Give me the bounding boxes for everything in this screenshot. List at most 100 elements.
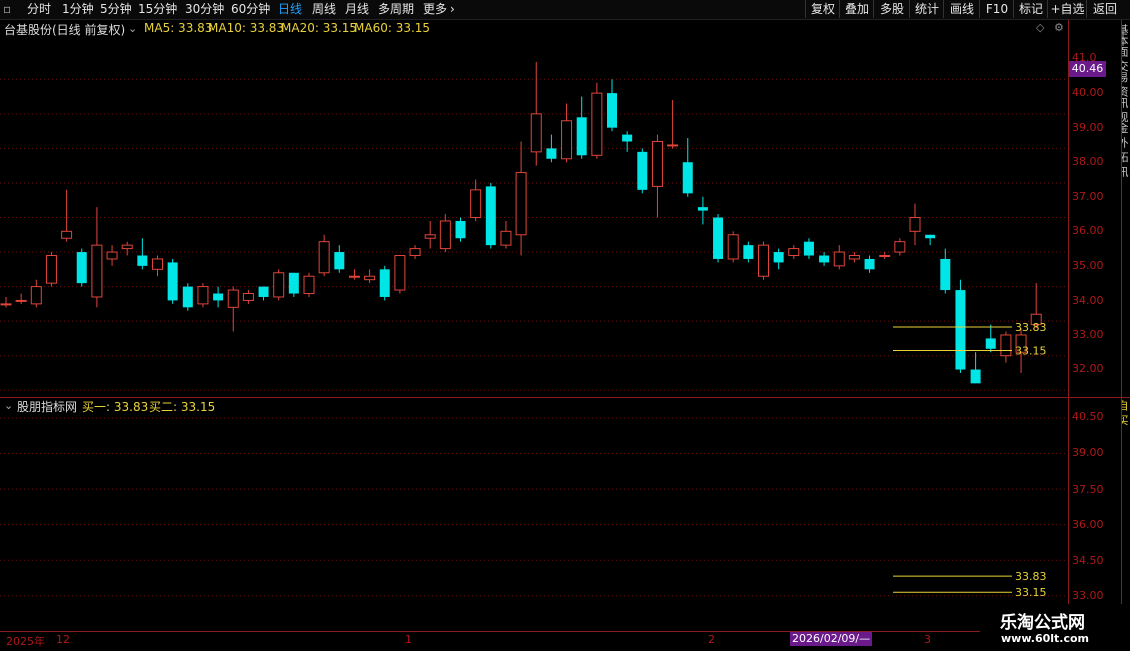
date-axis: 2025年 12 1 2 3 [0,631,1130,651]
price-axis-border [1068,20,1069,632]
tab-5min[interactable]: 5分钟 [100,1,132,18]
candle-body [288,272,299,294]
candle-body [743,245,754,259]
tab-1min[interactable]: 1分钟 [62,1,94,18]
candle-body [485,186,496,246]
period-toolbar: ▫ 分时 1分钟 5分钟 15分钟 30分钟 60分钟 日线 周线 月线 多周期… [0,0,1130,20]
date-label: 1 [405,633,412,646]
date-label: 3 [924,633,931,646]
tab-multi-period[interactable]: 多周期 [378,1,414,18]
indicator-chart[interactable]: 33.83 33.15 [0,398,1068,631]
watermark-title: 乐淘公式网 [1000,613,1085,633]
candle-body [439,220,451,250]
candle-body [713,217,724,259]
candle-body [561,120,573,160]
candle-body [637,151,648,190]
candle-body [803,241,814,256]
level-label: 33.83 [1015,321,1047,334]
current-price-tag: 40.46 [1069,61,1106,77]
tab-30min[interactable]: 30分钟 [185,1,224,18]
candle-body [879,255,891,258]
tab-weekly[interactable]: 周线 [312,1,336,18]
level-label: 33.15 [1015,345,1047,358]
candle-body [667,144,679,147]
candle-body [318,241,330,274]
candle-body [985,338,996,349]
f10-button[interactable]: F10 [979,0,1014,18]
tab-fenshi[interactable]: 分时 [27,1,51,18]
candle-body [394,255,406,291]
tab-60min[interactable]: 60分钟 [231,1,270,18]
candle-body [758,244,769,277]
overlay-button[interactable]: 叠加 [839,0,874,18]
candle-body [1000,334,1012,357]
candle-body [167,262,178,301]
candle-body [424,234,436,239]
draw-line-button[interactable]: 画线 [943,0,980,18]
candle-body [697,207,708,211]
candle-body [515,172,527,236]
y-tick: 35.00 [1072,259,1104,272]
candle-body [576,117,587,156]
level-label: 33.15 [1015,586,1047,599]
sub-y-tick: 39.00 [1072,446,1104,459]
candle-body [121,244,133,250]
mark-button[interactable]: 标记 [1013,0,1048,18]
y-tick: 38.00 [1072,155,1104,168]
candle-body [334,252,345,270]
candle-body [106,251,118,260]
y-tick: 39.00 [1072,121,1104,134]
square-icon[interactable]: ▫ [3,1,11,18]
candle-body [455,220,466,239]
candle-body [182,286,193,308]
candle-body [955,290,966,370]
candle-body [651,140,663,187]
chevron-right-icon[interactable]: › [450,1,455,18]
candlestick-chart[interactable]: 33.83 33.15 [0,20,1068,397]
tab-monthly[interactable]: 月线 [345,1,369,18]
y-tick: 37.00 [1072,190,1104,203]
candle-body [0,303,12,306]
candle-body [273,272,285,298]
back-button[interactable]: 返回 [1086,0,1123,18]
candle-body [909,217,921,232]
candle-body [607,93,617,128]
candle-body [819,255,830,263]
candle-body [15,299,27,302]
fuquan-button[interactable]: 复权 [805,0,840,18]
candle-body [530,113,542,153]
candle-body [348,275,360,278]
candle-body [379,269,390,297]
candle-body [546,148,557,159]
stats-button[interactable]: 统计 [909,0,944,18]
candle-body [622,134,633,142]
sub-y-tick: 34.50 [1072,554,1104,567]
date-label: 2025年 [6,635,45,648]
y-tick: 33.00 [1072,328,1104,341]
selected-date: 2026/02/09/— [790,632,873,646]
candle-body [864,258,875,270]
candle-body [242,293,254,301]
tab-more[interactable]: 更多 [423,1,447,18]
level-label: 33.83 [1015,570,1047,583]
candle-body [848,255,860,260]
candle-body [91,244,103,298]
candle-body [45,255,57,284]
multi-stock-button[interactable]: 多股 [873,0,910,18]
candle-body [970,369,981,384]
sub-y-tick: 40.50 [1072,410,1104,423]
candle-body [61,230,73,239]
candle-body [152,258,163,270]
candle-body [894,241,906,253]
tab-daily[interactable]: 日线 [278,1,302,18]
candle-body [925,234,936,239]
candle-body [213,293,224,301]
date-label: 2 [708,633,715,646]
date-label: 12 [56,633,70,646]
y-tick: 32.00 [1072,362,1104,375]
candle-body [500,230,512,246]
candle-body [30,286,42,305]
add-watchlist-button[interactable]: +自选 [1047,0,1087,18]
candle-body [137,255,148,266]
tab-15min[interactable]: 15分钟 [138,1,177,18]
